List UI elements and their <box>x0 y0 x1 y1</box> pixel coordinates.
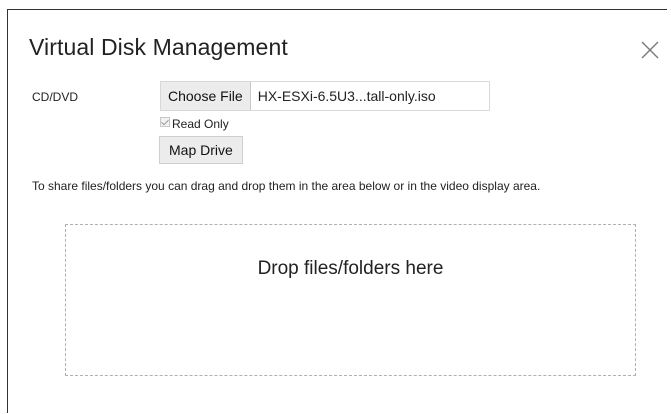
dialog-title: Virtual Disk Management <box>29 34 288 60</box>
selected-file-name: HX-ESXi-6.5U3...tall-only.iso <box>257 88 436 104</box>
close-button[interactable] <box>637 37 663 63</box>
drop-zone-text: Drop files/folders here <box>257 258 444 279</box>
choose-file-button[interactable]: Choose File <box>161 82 251 110</box>
read-only-option[interactable]: Read Only <box>160 117 229 131</box>
virtual-disk-dialog: Virtual Disk Management CD/DVD Choose Fi… <box>7 9 667 413</box>
drop-zone[interactable]: Drop files/folders here <box>65 224 636 376</box>
share-help-text: To share files/folders you can drag and … <box>32 179 541 193</box>
close-icon <box>641 41 659 59</box>
file-input[interactable]: Choose File HX-ESXi-6.5U3...tall-only.is… <box>160 81 490 111</box>
read-only-label: Read Only <box>172 117 229 131</box>
read-only-checkbox[interactable] <box>160 117 170 127</box>
map-drive-button[interactable]: Map Drive <box>159 136 243 164</box>
cd-dvd-label: CD/DVD <box>32 90 79 104</box>
